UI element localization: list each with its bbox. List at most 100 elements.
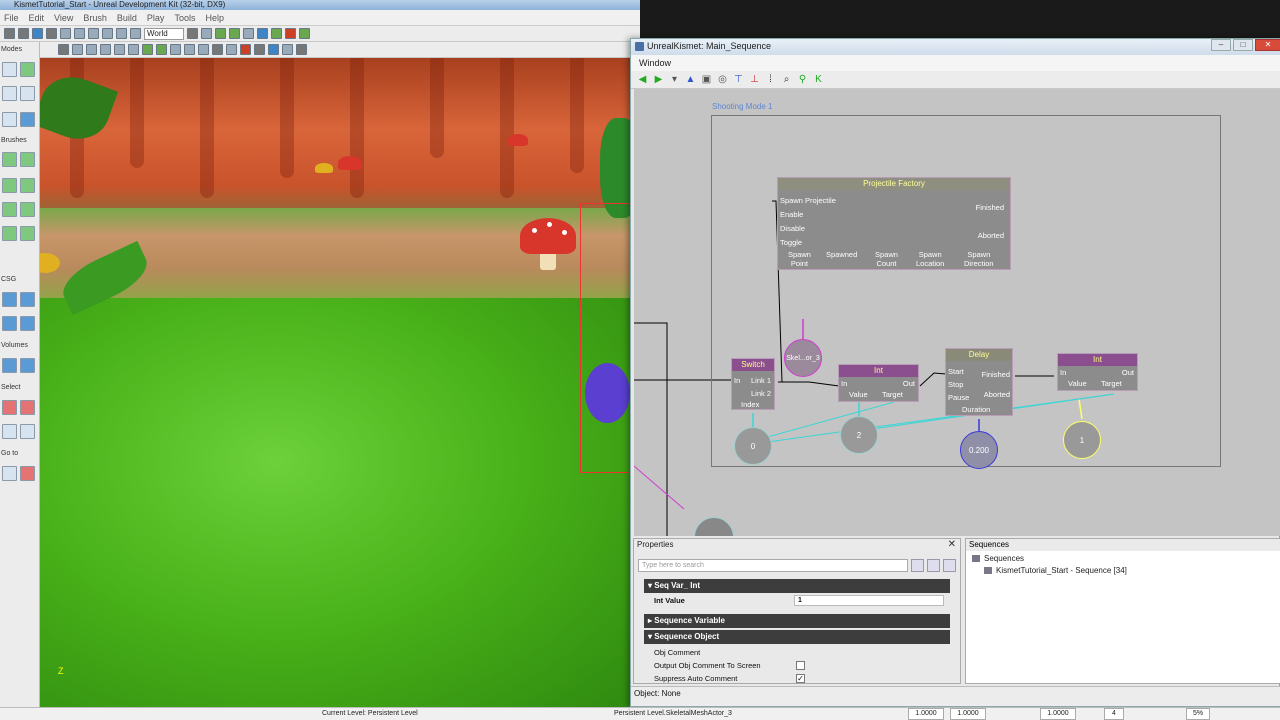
csg-deintersect-icon[interactable] — [20, 316, 35, 331]
pin-duration[interactable]: Duration — [962, 405, 990, 414]
csg-subtract-icon[interactable] — [20, 292, 35, 307]
menu-window[interactable]: Window — [639, 58, 671, 68]
maximize-viewport-icon[interactable] — [296, 44, 307, 55]
history-dropdown-icon[interactable]: ▾ — [669, 74, 680, 85]
new-icon[interactable] — [4, 28, 15, 39]
save-all-icon[interactable] — [46, 28, 57, 39]
category-sequence-variable[interactable]: ▸ Sequence Variable — [644, 614, 950, 628]
pin-in[interactable]: In — [1060, 368, 1066, 377]
static-mesh-mode-icon[interactable] — [20, 112, 35, 127]
object-variable-skeletal-mesh[interactable]: Skel...or_3 — [784, 339, 822, 377]
grid-size[interactable]: 4 — [1104, 708, 1124, 720]
clear-search-icon[interactable] — [943, 559, 956, 572]
zoom-to-fit-icon[interactable]: ⁞ — [765, 74, 776, 85]
pin-target[interactable]: Target — [882, 390, 903, 399]
camera-speed-icon[interactable] — [254, 44, 265, 55]
scale-icon[interactable] — [130, 28, 141, 39]
realtime-icon[interactable] — [72, 44, 83, 55]
current-level-status[interactable]: Current Level: Persistent Level — [322, 708, 418, 720]
menu-view[interactable]: View — [54, 13, 73, 23]
build-geometry-icon[interactable] — [215, 28, 226, 39]
volume-shield-icon[interactable] — [20, 358, 35, 373]
rotate-icon[interactable] — [116, 28, 127, 39]
content-browser-icon[interactable] — [201, 28, 212, 39]
rename-sequence-icon[interactable]: ▣ — [701, 74, 712, 85]
goto-builder-brush-icon[interactable] — [20, 466, 35, 481]
maximize-icon[interactable]: □ — [1233, 39, 1253, 51]
menu-play[interactable]: Play — [147, 13, 165, 23]
back-arrow-icon[interactable]: ◀ — [637, 74, 648, 85]
pin-stop[interactable]: Stop — [948, 380, 963, 389]
redo-icon[interactable] — [74, 28, 85, 39]
pin-enable[interactable]: Enable — [780, 210, 803, 219]
int-variable-2[interactable]: 2 — [840, 416, 878, 454]
filter-icon[interactable] — [927, 559, 940, 572]
spiral-stair-icon[interactable] — [2, 226, 17, 241]
show-connectors-icon[interactable]: ⊥ — [749, 74, 760, 85]
pin-spawn-count[interactable]: Spawn Count — [875, 250, 898, 268]
close-icon[interactable]: ✕ — [948, 539, 956, 551]
light-complexity-icon[interactable] — [156, 44, 167, 55]
coordinate-system-select[interactable]: World — [144, 27, 184, 40]
pin-pause[interactable]: Pause — [948, 393, 969, 402]
csg-intersect-icon[interactable] — [2, 316, 17, 331]
tear-off-icon[interactable] — [282, 44, 293, 55]
float-variable-duration[interactable]: 0.200 — [960, 431, 998, 469]
select-icon[interactable] — [88, 28, 99, 39]
category-seq-var-int[interactable]: ▾ Seq Var_ Int — [644, 579, 950, 593]
drag-grid-y[interactable]: 1.0000 — [950, 708, 986, 720]
close-icon[interactable]: ✕ — [1255, 39, 1280, 51]
lighting-only-icon[interactable] — [142, 44, 153, 55]
build-lighting-icon[interactable] — [229, 28, 240, 39]
pin-value[interactable]: Value — [849, 390, 868, 399]
matinee-icon[interactable] — [299, 28, 310, 39]
open-sequence-icon[interactable]: K — [813, 74, 824, 85]
hide-selected-icon[interactable] — [2, 424, 17, 439]
minimize-icon[interactable]: – — [1211, 39, 1231, 51]
menu-help[interactable]: Help — [205, 13, 224, 23]
int-variable-0[interactable]: 0 — [734, 427, 772, 465]
drag-grid-x[interactable]: 1.0000 — [908, 708, 944, 720]
texture-align-icon[interactable] — [20, 86, 35, 101]
curved-stair-icon[interactable] — [2, 178, 17, 193]
kismet-icon[interactable] — [285, 28, 296, 39]
pin-in[interactable]: In — [841, 379, 847, 388]
find-icon[interactable]: ⌕ — [781, 74, 792, 85]
pin-disable[interactable]: Disable — [780, 224, 805, 233]
pin-aborted[interactable]: Aborted — [984, 390, 1010, 399]
pin-value[interactable]: Value — [1068, 379, 1087, 388]
suppress-auto-comment-checkbox[interactable]: ✓ — [796, 674, 805, 683]
pin-spawn-point[interactable]: Spawn Point — [788, 250, 811, 268]
add-volume-icon[interactable] — [2, 358, 17, 373]
projectile-factory-node[interactable]: Projectile Factory Spawn Projectile Enab… — [777, 177, 1011, 270]
play-icon[interactable] — [268, 44, 279, 55]
play-in-editor-icon[interactable] — [271, 28, 282, 39]
menu-edit[interactable]: Edit — [29, 13, 45, 23]
goto-actor-icon[interactable] — [2, 466, 17, 481]
pin-spawned[interactable]: Spawned — [826, 250, 857, 259]
rotation-snap-percent[interactable]: 5% — [1186, 708, 1210, 720]
pin-link-1[interactable]: Link 1 — [751, 376, 771, 385]
translate-icon[interactable] — [102, 28, 113, 39]
delay-node[interactable]: Delay Start Stop Pause Finished Aborted … — [945, 348, 1013, 416]
pin-in[interactable]: In — [734, 376, 740, 385]
shader-complexity-icon[interactable] — [184, 44, 195, 55]
show-all-icon[interactable] — [20, 424, 35, 439]
pin-link-2[interactable]: Link 2 — [751, 389, 771, 398]
open-icon[interactable] — [18, 28, 29, 39]
unlit-icon[interactable] — [100, 44, 111, 55]
undo-icon[interactable] — [60, 28, 71, 39]
cylinder-brush-icon[interactable] — [20, 178, 35, 193]
level-viewport[interactable]: Z — [40, 58, 630, 708]
output-comment-checkbox[interactable] — [796, 661, 805, 670]
sequence-tree-item[interactable]: KismetTutorial_Start - Sequence [34] — [984, 566, 1127, 575]
sheet-brush-icon[interactable] — [20, 202, 35, 217]
lock-icon[interactable] — [240, 44, 251, 55]
int-value-field[interactable]: 1 — [794, 595, 944, 606]
hide-connectors-icon[interactable]: ⊤ — [733, 74, 744, 85]
menu-brush[interactable]: Brush — [83, 13, 107, 23]
pin-finished[interactable]: Finished — [982, 370, 1010, 379]
pin-finished[interactable]: Finished — [976, 203, 1004, 212]
switch-node[interactable]: Switch In Link 1 Link 2 Index — [731, 358, 775, 410]
pin-out[interactable]: Out — [1122, 368, 1134, 377]
